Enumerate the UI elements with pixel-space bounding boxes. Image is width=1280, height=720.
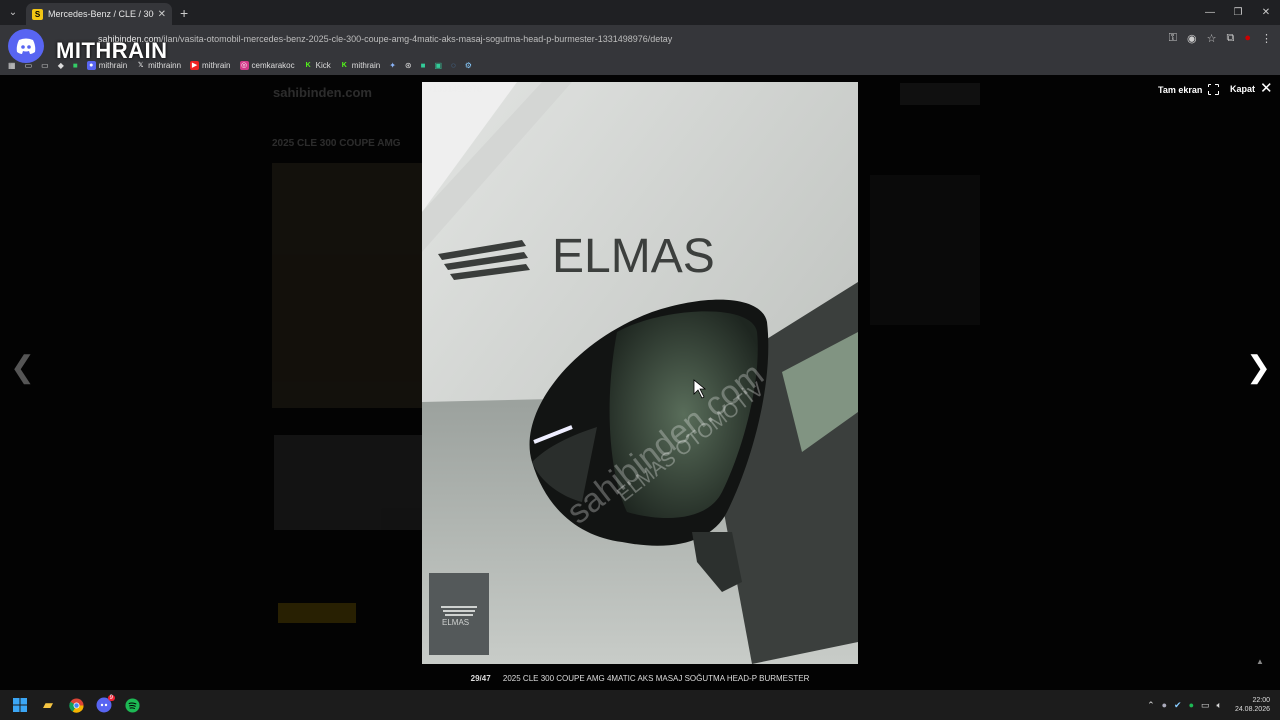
apps-grid-icon[interactable]: ▦ (8, 61, 16, 70)
tray-overflow-chevron-icon[interactable]: ⌃ (1147, 700, 1155, 711)
bookmark-favicon-icon[interactable]: ▣ (434, 61, 442, 70)
streamer-overlay-logo: MITHRAIN (56, 38, 168, 63)
system-tray: ⌃ ● ✔ ● ▭ 🔈︎ 22:00 24.08.2026 (1147, 690, 1270, 720)
steam-icon[interactable]: ⚙ (465, 61, 472, 70)
listing-id: #1331498976 (427, 84, 483, 94)
bookmark-star-icon[interactable]: ☆ (1207, 32, 1217, 45)
kick-icon: K (341, 61, 347, 69)
steam-tray-icon[interactable]: ✔ (1174, 700, 1182, 711)
tab-bar: ⌄ S Mercedes-Benz / CLE / 300 / AMG ✕ + … (0, 0, 1280, 25)
main-photo (272, 163, 422, 408)
fullscreen-button[interactable]: Tam ekran (1158, 83, 1220, 95)
bookmarks-bar: ▦ ▭ ▭ ◆ ■ ● mithrain 𝕏mithrainn ▶ mithrain… (0, 55, 1280, 75)
photo-caption-bar: 29/47 2025 CLE 300 COUPE AMG 4MATIC AKS … (0, 674, 1280, 683)
spotify-icon[interactable] (118, 690, 146, 720)
discord-badge: 9 (107, 695, 115, 701)
chrome-icon[interactable] (62, 690, 90, 720)
password-key-icon[interactable]: ⚿ (1169, 32, 1177, 45)
bookmark-label: mithrain (202, 60, 231, 70)
next-photo-chevron-icon[interactable]: ❯ (1246, 350, 1271, 385)
bookmark-favicon-icon[interactable]: ◌ (451, 61, 456, 70)
close-lightbox-button[interactable]: Kapat ✕ (1230, 80, 1273, 97)
previous-photo-chevron-icon[interactable]: ❮ (10, 350, 35, 385)
taskbar: ▰ 9 ⌃ ● ✔ ● ▭ 🔈︎ 22:00 24.08.2026 (0, 690, 1280, 720)
address-bar[interactable]: sahibinden.com/ilan/vasita-otomobil-merc… (98, 34, 672, 44)
svg-text:ELMAS: ELMAS (442, 618, 469, 626)
profile-avatar[interactable]: ● (1244, 32, 1251, 45)
clock-time: 22:00 (1252, 697, 1270, 704)
dealer-logo-text: ELMAS (552, 230, 715, 283)
tab-search-icon[interactable]: ⌄ (0, 0, 26, 25)
page-viewport: sahibinden.com 2025 CLE 300 COUPE AMG EL… (0, 75, 1280, 690)
photo-counter: 29/47 (470, 674, 491, 683)
youtube-icon: ▶ (190, 60, 200, 70)
scroll-up-icon[interactable]: ▲ (1256, 657, 1264, 666)
url-path: /ilan/vasita-otomobil-mercedes-benz-2025… (161, 34, 673, 44)
clock[interactable]: 22:00 24.08.2026 (1235, 696, 1270, 714)
primary-button (278, 603, 356, 623)
close-label: Kapat (1230, 84, 1256, 94)
chatgpt-icon[interactable]: ⊛ (405, 61, 412, 70)
discord-taskbar-icon[interactable]: 9 (90, 690, 118, 720)
tab-close-icon[interactable]: ✕ (158, 9, 166, 20)
clock-date: 24.08.2026 (1234, 706, 1270, 713)
bookmark-label: Kick (315, 60, 331, 70)
fullscreen-label: Tam ekran (1158, 84, 1203, 95)
sidebar-info (870, 175, 980, 325)
bookmark-item[interactable]: ▶ mithrain (190, 60, 231, 70)
action-button (900, 83, 980, 105)
dealer-thumb-logo: ELMAS (429, 573, 489, 655)
folder-icon[interactable]: ▭ (41, 61, 49, 70)
tab-title: Mercedes-Benz / CLE / 300 / AMG (48, 9, 154, 19)
lightbox-photo: ELMAS sahibinden.com ELMAS OTOMOTİV #133… (422, 82, 858, 664)
bookmark-item[interactable]: K Kick (304, 61, 331, 70)
maximize-icon[interactable]: ❐ (1224, 0, 1252, 25)
toolbar-right-icons: ⚿ ◉ ☆ ⧉ ● ⋮ (1169, 32, 1272, 45)
thumbnail-grid (274, 435, 422, 530)
minimize-icon[interactable]: — (1196, 0, 1224, 25)
expand-icon (1207, 83, 1220, 95)
network-icon[interactable]: ▭ (1201, 700, 1210, 711)
active-tab[interactable]: S Mercedes-Benz / CLE / 300 / AMG ✕ (26, 3, 172, 25)
bookmark-item[interactable]: Kmithrain (340, 61, 380, 70)
site-favicon-icon: S (32, 8, 43, 20)
bookmark-label: cemkarakoc (251, 60, 295, 70)
instagram-icon: ◎ (239, 60, 249, 70)
photo-caption: 2025 CLE 300 COUPE AMG 4MATIC AKS MASAJ … (502, 674, 810, 683)
window-controls: — ❐ ✕ (1196, 0, 1280, 25)
spotify-tray-icon[interactable]: ● (1189, 700, 1194, 710)
window-close-icon[interactable]: ✕ (1252, 0, 1280, 25)
eye-off-icon[interactable]: ◉ (1187, 32, 1197, 45)
gemini-icon[interactable]: ✦ (389, 61, 396, 70)
site-logo: sahibinden.com (273, 85, 372, 100)
volume-icon[interactable]: 🔈︎ (1217, 700, 1222, 711)
file-explorer-icon[interactable]: ▰ (34, 690, 62, 720)
kick-icon: K (305, 61, 311, 69)
bookmark-favicon-icon[interactable]: ■ (421, 61, 426, 70)
discord-tray-icon[interactable]: ● (1162, 700, 1167, 710)
discord-overlay-icon (8, 29, 44, 63)
new-tab-button[interactable]: + (180, 5, 188, 21)
bookmark-label: mithrain (351, 60, 381, 70)
address-toolbar: sahibinden.com/ilan/vasita-otomobil-merc… (0, 25, 1280, 55)
bookmark-item[interactable]: ◎ cemkarakoc (239, 60, 295, 70)
close-icon: ✕ (1260, 80, 1273, 97)
listing-title: 2025 CLE 300 COUPE AMG (272, 138, 401, 149)
extensions-icon[interactable]: ⧉ (1226, 32, 1234, 45)
menu-kebab-icon[interactable]: ⋮ (1261, 32, 1272, 45)
windows-start-icon[interactable] (6, 690, 34, 720)
